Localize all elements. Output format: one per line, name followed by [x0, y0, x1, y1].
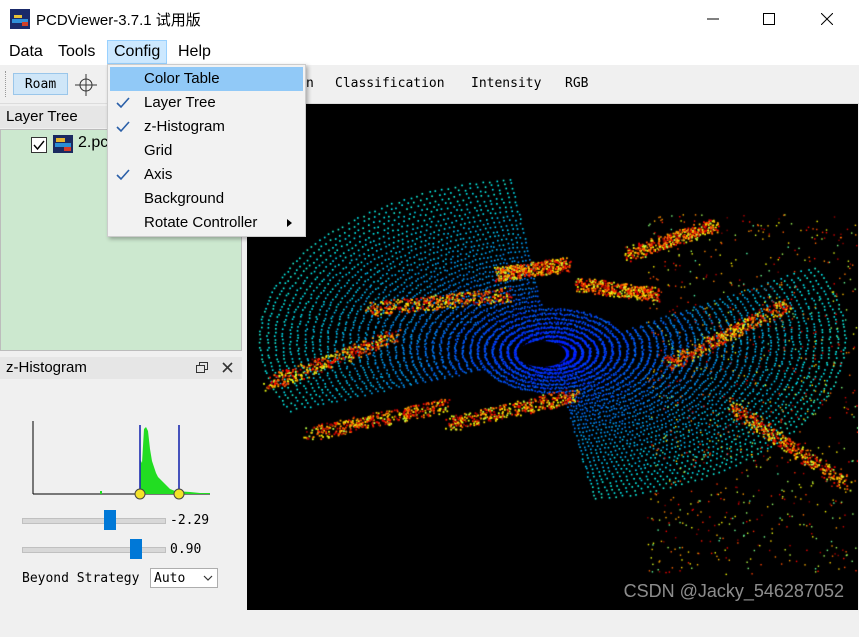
min-value: -2.29: [170, 513, 210, 528]
z-histogram-title-text: z-Histogram: [6, 359, 87, 376]
menu-help[interactable]: Help: [172, 40, 217, 64]
maximize-button[interactable]: [740, 0, 798, 38]
menu-item-rotate-controller[interactable]: Rotate Controller: [110, 211, 303, 235]
beyond-strategy-select[interactable]: Auto: [150, 568, 218, 588]
menu-item-layer-tree[interactable]: Layer Tree: [110, 91, 303, 115]
config-dropdown-menu: Color Table Layer Tree z-Histogram Grid …: [107, 64, 306, 237]
tab-rgb[interactable]: RGB: [565, 73, 588, 95]
beyond-strategy-label: Beyond Strategy: [22, 571, 140, 586]
menu-item-label: Axis: [144, 166, 173, 183]
menu-item-background[interactable]: Background: [110, 187, 303, 211]
menu-data[interactable]: Data: [3, 40, 49, 64]
menu-item-label: Rotate Controller: [144, 214, 258, 231]
pointcloud-canvas[interactable]: [247, 104, 858, 610]
menu-item-axis[interactable]: Axis: [110, 163, 303, 187]
menu-item-label: Grid: [144, 142, 173, 159]
menu-item-grid[interactable]: Grid: [110, 139, 303, 163]
crosshair-icon[interactable]: [74, 73, 98, 97]
chevron-down-icon: [203, 575, 213, 581]
app-icon: [10, 9, 30, 29]
min-slider-track[interactable]: [22, 510, 166, 530]
z-histogram-panel: -2.29 0.90 Beyond Strategy Auto: [0, 379, 242, 609]
menu-item-label: z-Histogram: [144, 118, 225, 135]
check-icon: [33, 140, 45, 151]
beyond-strategy-value: Auto: [154, 571, 186, 586]
maximize-icon: [763, 13, 775, 25]
close-icon: [821, 13, 833, 25]
close-button[interactable]: [798, 0, 856, 38]
layer-file-name[interactable]: 2.pc: [78, 134, 108, 152]
tab-intensity[interactable]: Intensity: [471, 73, 541, 95]
window-title: PCDViewer-3.7.1 试用版: [36, 12, 201, 29]
max-slider-thumb[interactable]: [129, 539, 142, 559]
checkmark-icon: [116, 91, 132, 115]
checkmark-icon: [116, 115, 132, 139]
float-panel-icon[interactable]: [196, 362, 208, 374]
checkmark-icon: [116, 163, 132, 187]
watermark: CSDN @Jacky_546287052: [623, 581, 844, 601]
menu-item-color-table[interactable]: Color Table: [110, 67, 303, 91]
tab-elevation[interactable]: n: [306, 73, 314, 95]
title-bar: PCDViewer-3.7.1 试用版: [0, 0, 859, 38]
minimize-button[interactable]: [684, 0, 742, 38]
menu-config[interactable]: Config: [107, 40, 168, 64]
toolbar-grip: [5, 71, 8, 97]
layer-checkbox[interactable]: [31, 137, 47, 153]
max-value: 0.90: [170, 542, 202, 557]
menu-item-z-histogram[interactable]: z-Histogram: [110, 115, 303, 139]
submenu-arrow-icon: [287, 219, 292, 227]
max-slider-track[interactable]: [22, 539, 166, 559]
close-panel-icon[interactable]: [222, 362, 233, 373]
tab-classification[interactable]: Classification: [335, 73, 445, 95]
pointcloud-viewport[interactable]: CSDN @Jacky_546287052: [247, 104, 858, 610]
z-histogram-title: z-Histogram: [0, 357, 242, 379]
roam-button[interactable]: Roam: [13, 73, 68, 95]
minimize-icon: [707, 18, 719, 20]
menu-item-label: Background: [144, 190, 225, 207]
histogram-chart: [32, 421, 210, 500]
pointcloud-file-icon: [53, 135, 73, 153]
menu-item-label: Color Table: [144, 70, 220, 87]
menu-tools[interactable]: Tools: [52, 40, 101, 64]
menu-item-label: Layer Tree: [144, 94, 216, 111]
min-slider-thumb[interactable]: [103, 510, 116, 530]
menu-bar: Data Tools Config Help: [0, 38, 859, 65]
